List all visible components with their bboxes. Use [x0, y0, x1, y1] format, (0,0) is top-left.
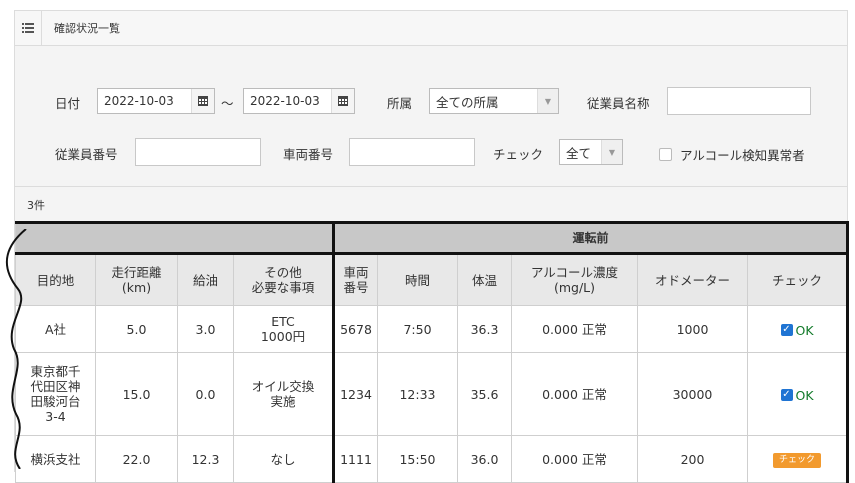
check-select-value: 全て — [566, 145, 592, 161]
employee-no-label: 従業員番号 — [55, 147, 118, 162]
column-header-row: 目的地 走行距離 (km) 給油 その他 必要な事項 車両 番号 時間 体温 ア… — [15, 252, 850, 306]
alcohol-abnormal-label: アルコール検知異常者 — [680, 148, 805, 163]
group-header-empty — [15, 221, 334, 254]
other-cell: オイル交換 実施 — [233, 352, 334, 436]
ok-label: OK — [795, 387, 814, 403]
distance-cell: 22.0 — [95, 435, 178, 483]
fuel-cell: 3.0 — [177, 305, 234, 353]
vehicle-cell: 5678 — [332, 305, 378, 353]
alcohol-cell: 0.000 正常 — [511, 305, 638, 353]
calendar-icon[interactable] — [191, 89, 214, 113]
page-title: 確認状況一覧 — [54, 22, 120, 35]
checkmark-icon: ✓ — [780, 324, 793, 337]
wavy-cut-mark — [5, 229, 27, 469]
date-from-value: 2022-10-03 — [104, 94, 174, 108]
results-table: 運転前 目的地 走行距離 (km) 給油 その他 必要な事項 車両 番号 時間 … — [15, 221, 850, 483]
group-header-before-driving: 運転前 — [331, 221, 850, 254]
date-to-field[interactable]: 2022-10-03 — [243, 88, 355, 114]
vehicle-no-label: 車両番号 — [283, 147, 334, 162]
odometer-cell: 1000 — [637, 305, 748, 353]
distance-cell: 5.0 — [95, 305, 178, 353]
vehicle-no-input[interactable] — [349, 138, 475, 166]
employee-name-label: 従業員名称 — [587, 96, 650, 111]
check-cell: ✓ OK — [746, 305, 850, 353]
other-cell: ETC 1000円 — [233, 305, 334, 353]
temperature-cell: 36.0 — [457, 435, 512, 483]
checkbox[interactable] — [659, 148, 672, 161]
vehicle-cell: 1234 — [332, 352, 378, 436]
status-list-panel: 確認状況一覧 日付 2022-10-03 〜 2022-10-03 所属 全ての… — [14, 10, 850, 483]
title-bar: 確認状況一覧 — [15, 11, 847, 46]
table-row[interactable]: A社 5.0 3.0 ETC 1000円 5678 7:50 36.3 0.00… — [15, 305, 850, 353]
group-header-row: 運転前 — [15, 221, 850, 254]
ok-status[interactable]: ✓ OK — [780, 322, 814, 338]
chevron-down-icon: ▼ — [537, 89, 558, 113]
distance-cell: 15.0 — [95, 352, 178, 436]
temperature-cell: 36.3 — [457, 305, 512, 353]
employee-name-input[interactable] — [667, 87, 811, 115]
col-odometer: オドメーター — [637, 252, 748, 306]
date-range-tilde: 〜 — [221, 96, 234, 111]
col-time: 時間 — [377, 252, 458, 306]
ok-status[interactable]: ✓ OK — [780, 387, 814, 403]
odometer-cell: 200 — [637, 435, 748, 483]
results-table-wrap: 運転前 目的地 走行距離 (km) 給油 その他 必要な事項 車両 番号 時間 … — [15, 221, 850, 483]
alcohol-cell: 0.000 正常 — [511, 435, 638, 483]
list-icon[interactable] — [15, 11, 42, 45]
col-alcohol: アルコール濃度 (mg/L) — [511, 252, 638, 306]
col-distance: 走行距離 (km) — [95, 252, 178, 306]
calendar-icon[interactable] — [331, 89, 354, 113]
check-cell: チェック — [746, 435, 850, 483]
col-vehicle: 車両 番号 — [332, 252, 378, 306]
fuel-cell: 12.3 — [177, 435, 234, 483]
odometer-cell: 30000 — [637, 352, 748, 436]
chevron-down-icon: ▼ — [601, 140, 622, 164]
date-from-field[interactable]: 2022-10-03 — [97, 88, 215, 114]
alcohol-abnormal-filter[interactable]: アルコール検知異常者 — [659, 145, 805, 164]
vehicle-cell: 1111 — [332, 435, 378, 483]
other-cell: なし — [233, 435, 334, 483]
filter-area: 日付 2022-10-03 〜 2022-10-03 所属 全ての所属 ▼ 従業… — [15, 46, 847, 186]
checkmark-icon: ✓ — [780, 389, 793, 402]
col-fuel: 給油 — [177, 252, 234, 306]
col-temperature: 体温 — [457, 252, 512, 306]
result-count: 3件 — [15, 186, 847, 222]
table-row[interactable]: 横浜支社 22.0 12.3 なし 1111 15:50 36.0 0.000 … — [15, 435, 850, 483]
result-count-text: 3件 — [27, 198, 45, 212]
affiliation-value: 全ての所属 — [436, 94, 499, 110]
affiliation-select[interactable]: 全ての所属 ▼ — [429, 88, 559, 114]
check-label: チェック — [493, 147, 544, 162]
col-check: チェック — [746, 252, 850, 306]
affiliation-label: 所属 — [387, 96, 413, 111]
date-to-value: 2022-10-03 — [250, 94, 320, 108]
fuel-cell: 0.0 — [177, 352, 234, 436]
time-cell: 12:33 — [377, 352, 458, 436]
col-other: その他 必要な事項 — [233, 252, 334, 306]
check-cell: ✓ OK — [746, 352, 850, 436]
table-row[interactable]: 東京都千 代田区神 田駿河台 3-4 15.0 0.0 オイル交換 実施 123… — [15, 352, 850, 436]
temperature-cell: 35.6 — [457, 352, 512, 436]
time-cell: 15:50 — [377, 435, 458, 483]
alcohol-cell: 0.000 正常 — [511, 352, 638, 436]
ok-label: OK — [795, 322, 814, 338]
date-label: 日付 — [55, 96, 81, 111]
time-cell: 7:50 — [377, 305, 458, 353]
employee-no-input[interactable] — [135, 138, 261, 166]
check-button[interactable]: チェック — [773, 453, 822, 468]
check-select[interactable]: 全て ▼ — [559, 139, 623, 165]
